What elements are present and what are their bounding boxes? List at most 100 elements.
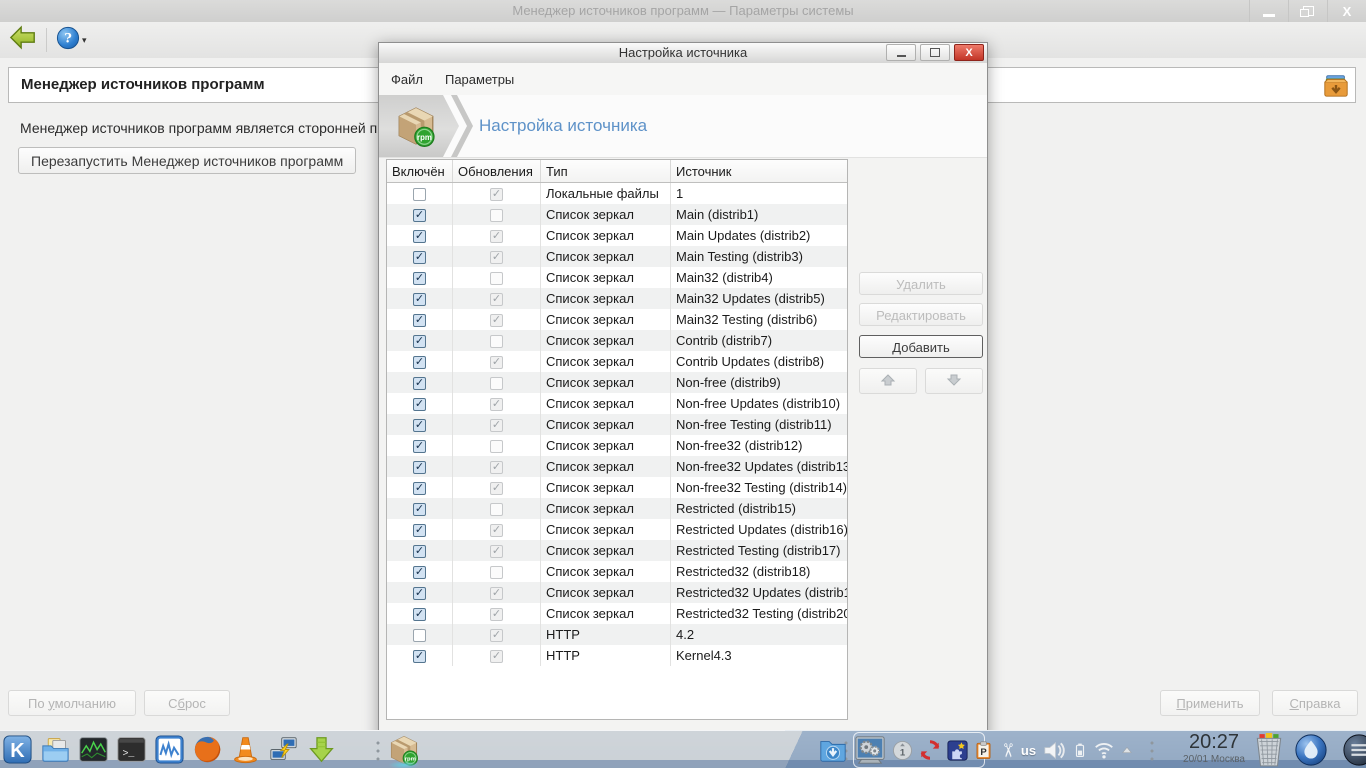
enabled-checkbox[interactable]: ✓: [413, 293, 426, 307]
updates-checkbox[interactable]: ✓: [490, 629, 503, 643]
updates-checkbox[interactable]: ✓: [490, 251, 503, 265]
updates-checkbox[interactable]: ✓: [490, 608, 503, 622]
trash-icon[interactable]: [1252, 732, 1286, 768]
enabled-checkbox[interactable]: ✓: [413, 272, 426, 286]
restore-button[interactable]: [1288, 0, 1327, 22]
enabled-checkbox[interactable]: ✓: [413, 461, 426, 475]
wifi-icon[interactable]: [1093, 739, 1115, 761]
menu-item-options[interactable]: Параметры: [435, 68, 524, 91]
help-menu-button[interactable]: ? ▾: [56, 26, 87, 55]
table-row[interactable]: ✓ Список зеркал Non-free (distrib9): [387, 372, 847, 393]
column-header[interactable]: Тип: [540, 160, 671, 183]
updates-checkbox[interactable]: [490, 440, 503, 454]
apply-button[interactable]: Применить: [1160, 690, 1260, 716]
enabled-checkbox[interactable]: ✓: [413, 650, 426, 664]
table-row[interactable]: ✓ ✓ Список зеркал Main32 Testing (distrib6): [387, 309, 847, 330]
resource-monitor-icon[interactable]: [154, 734, 185, 765]
dialog-close-button[interactable]: X: [954, 44, 984, 61]
updates-checkbox[interactable]: ✓: [490, 419, 503, 433]
column-header[interactable]: Включён: [387, 160, 453, 183]
volume-icon[interactable]: [1042, 738, 1067, 763]
updates-checkbox[interactable]: [490, 209, 503, 223]
battery-icon[interactable]: [1073, 743, 1087, 757]
enabled-checkbox[interactable]: ✓: [413, 377, 426, 391]
table-row[interactable]: ✓ Список зеркал Contrib (distrib7): [387, 330, 847, 351]
close-button[interactable]: X: [1327, 0, 1366, 22]
enabled-checkbox[interactable]: ✓: [413, 440, 426, 454]
enabled-checkbox[interactable]: ✓: [413, 356, 426, 370]
keyboard-layout-indicator[interactable]: us: [1021, 743, 1036, 758]
remote-desktop-icon[interactable]: [268, 734, 299, 765]
dialog-maximize-button[interactable]: [920, 44, 950, 61]
table-row[interactable]: ✓ ✓ Список зеркал Restricted32 Testing (dis…: [387, 603, 847, 624]
updates-checkbox[interactable]: ✓: [490, 461, 503, 475]
clipboard-icon[interactable]: P: [974, 740, 993, 760]
enabled-checkbox[interactable]: ✓: [413, 524, 426, 538]
move-up-button[interactable]: [859, 368, 917, 394]
menu-sphere-icon[interactable]: [1342, 732, 1366, 768]
updates-checkbox[interactable]: [490, 272, 503, 286]
enabled-checkbox[interactable]: ✓: [413, 608, 426, 622]
updates-checkbox[interactable]: ✓: [490, 356, 503, 370]
updates-checkbox[interactable]: ✓: [490, 230, 503, 244]
download-folder-icon[interactable]: [818, 735, 848, 765]
table-row[interactable]: ✓ ✓ HTTP Kernel4.3: [387, 645, 847, 666]
move-down-button[interactable]: [925, 368, 983, 394]
table-row[interactable]: ✓ ✓ Список зеркал Non-free Testing (distrib…: [387, 414, 847, 435]
enabled-checkbox[interactable]: ✓: [413, 335, 426, 349]
table-row[interactable]: ✓ Список зеркал Main (distrib1): [387, 204, 847, 225]
kde-menu-icon[interactable]: K: [2, 734, 33, 765]
back-button[interactable]: [9, 25, 37, 55]
updates-checkbox[interactable]: ✓: [490, 587, 503, 601]
updates-checkbox[interactable]: [490, 335, 503, 349]
updates-checkbox[interactable]: [490, 377, 503, 391]
table-row[interactable]: ✓ ✓ Список зеркал Non-free32 Updates (distr…: [387, 456, 847, 477]
vlc-icon[interactable]: [230, 734, 261, 765]
system-monitor-icon[interactable]: [78, 734, 109, 765]
reset-button[interactable]: Сброс: [144, 690, 230, 716]
minimize-button[interactable]: [1249, 0, 1288, 22]
table-row[interactable]: ✓ Список зеркал Restricted (distrib15): [387, 498, 847, 519]
enabled-checkbox[interactable]: ✓: [413, 398, 426, 412]
table-row[interactable]: ✓ ✓ Список зеркал Non-free Updates (distrib…: [387, 393, 847, 414]
update-notifier-icon[interactable]: 1: [892, 740, 913, 761]
clock[interactable]: 20:27 20/01 Москва: [1162, 731, 1266, 765]
updates-checkbox[interactable]: [490, 503, 503, 517]
table-row[interactable]: ✓ ✓ Список зеркал Restricted Testing (distr…: [387, 540, 847, 561]
enabled-checkbox[interactable]: [413, 629, 426, 643]
enabled-checkbox[interactable]: [413, 188, 426, 202]
defaults-button[interactable]: По умолчанию: [8, 690, 136, 716]
tray-expand-icon[interactable]: [1121, 744, 1133, 756]
table-row[interactable]: ✓ Список зеркал Restricted32 (distrib18): [387, 561, 847, 582]
edit-button[interactable]: Редактировать: [859, 303, 983, 326]
sources-table[interactable]: Включён Обновления Тип Источник ✓ Локальные …: [386, 159, 848, 720]
table-row[interactable]: ✓ ✓ Список зеркал Restricted32 Updates (dis…: [387, 582, 847, 603]
terminal-icon[interactable]: >_: [116, 734, 147, 765]
package-updates-icon[interactable]: [306, 734, 337, 765]
enabled-checkbox[interactable]: ✓: [413, 545, 426, 559]
enabled-checkbox[interactable]: ✓: [413, 209, 426, 223]
enabled-checkbox[interactable]: ✓: [413, 587, 426, 601]
remove-button[interactable]: Удалить: [859, 272, 983, 295]
updates-checkbox[interactable]: ✓: [490, 293, 503, 307]
table-row[interactable]: ✓ HTTP 4.2: [387, 624, 847, 645]
scissors-icon[interactable]: ✂: [996, 741, 1017, 760]
enabled-checkbox[interactable]: ✓: [413, 566, 426, 580]
dialog-minimize-button[interactable]: [886, 44, 916, 61]
firefox-icon[interactable]: [192, 734, 223, 765]
table-row[interactable]: ✓ ✓ Список зеркал Restricted Updates (distr…: [387, 519, 847, 540]
system-config-icon[interactable]: [854, 734, 886, 766]
show-desktop-sphere-icon[interactable]: [1294, 732, 1328, 768]
add-button[interactable]: Добавить: [859, 335, 983, 358]
updates-checkbox[interactable]: ✓: [490, 314, 503, 328]
enabled-checkbox[interactable]: ✓: [413, 503, 426, 517]
table-row[interactable]: ✓ Список зеркал Non-free32 (distrib12): [387, 435, 847, 456]
plugin-icon[interactable]: [947, 739, 968, 761]
restart-manager-button[interactable]: Перезапустить Менеджер источников програ…: [18, 147, 357, 174]
updates-checkbox[interactable]: ✓: [490, 482, 503, 496]
table-row[interactable]: ✓ Локальные файлы 1: [387, 182, 847, 204]
enabled-checkbox[interactable]: ✓: [413, 482, 426, 496]
sync-icon[interactable]: [919, 739, 941, 761]
table-row[interactable]: ✓ ✓ Список зеркал Main Updates (distrib2): [387, 225, 847, 246]
updates-checkbox[interactable]: ✓: [490, 524, 503, 538]
